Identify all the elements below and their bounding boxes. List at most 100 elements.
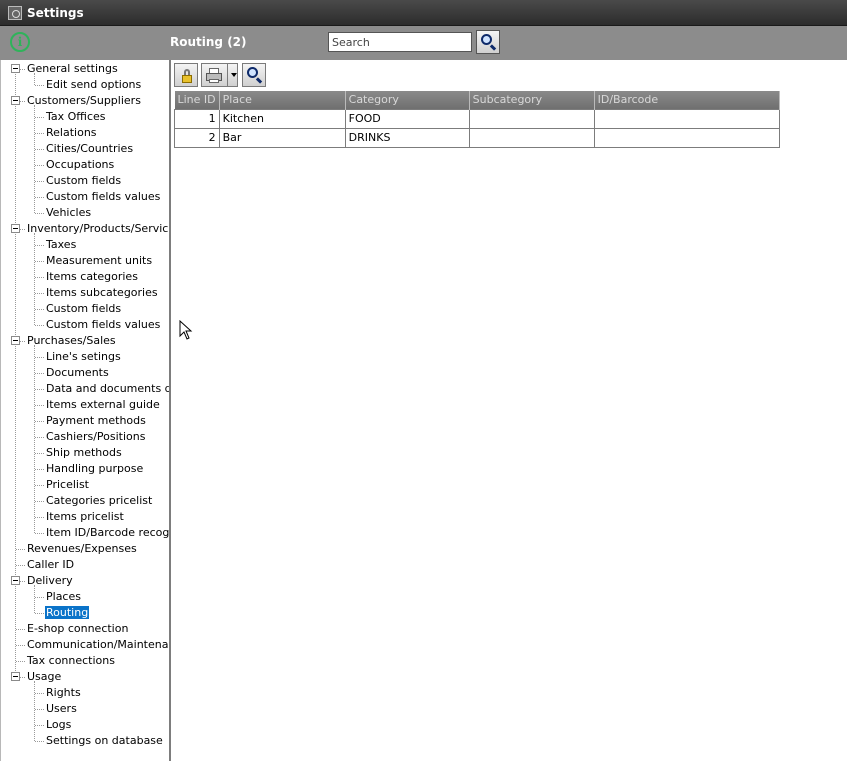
- tree-item[interactable]: Settings on database: [45, 733, 164, 749]
- tree-item-label: Inventory/Products/Services: [27, 222, 171, 235]
- collapse-toggle-icon[interactable]: [11, 576, 20, 585]
- tree-item[interactable]: Communication/Maintenance: [26, 637, 169, 653]
- print-button[interactable]: [201, 63, 228, 87]
- tree-item[interactable]: Caller ID: [26, 557, 75, 573]
- collapse-toggle-icon[interactable]: [11, 96, 20, 105]
- tree-item-label: Tax connections: [27, 654, 115, 667]
- chevron-down-icon: [231, 73, 237, 77]
- tree-item[interactable]: Revenues/Expenses: [26, 541, 138, 557]
- tree-item[interactable]: Relations: [45, 125, 98, 141]
- tree-item-label: Measurement units: [46, 254, 153, 267]
- tree-item-label: Caller ID: [27, 558, 75, 571]
- tree-item[interactable]: Tax connections: [26, 653, 116, 669]
- column-header[interactable]: Line ID: [174, 91, 220, 109]
- printer-icon-output: [209, 79, 219, 83]
- table-cell[interactable]: [593, 108, 780, 129]
- tree-item-label: Documents: [46, 366, 109, 379]
- tree-connector: [35, 149, 44, 150]
- table-row[interactable]: 1 Kitchen FOOD: [174, 108, 780, 129]
- tree-item-label: Items subcategories: [46, 286, 158, 299]
- lock-button[interactable]: [174, 63, 198, 87]
- tree-item[interactable]: Handling purpose: [45, 461, 144, 477]
- tree-item[interactable]: Items subcategories: [45, 285, 159, 301]
- table-cell[interactable]: Bar: [218, 127, 346, 148]
- table-cell[interactable]: DRINKS: [344, 127, 470, 148]
- tree-item[interactable]: Users: [45, 701, 78, 717]
- tree-item[interactable]: Payment methods: [45, 413, 147, 429]
- settings-tree[interactable]: General settings Edit send options Custome…: [0, 60, 171, 761]
- table-cell[interactable]: FOOD: [344, 108, 470, 129]
- table-cell[interactable]: 2: [174, 127, 220, 148]
- print-dropdown-button[interactable]: [227, 63, 238, 87]
- tree-item[interactable]: Item ID/Barcode recognize: [45, 525, 169, 541]
- tree-item[interactable]: Items external guide: [45, 397, 161, 413]
- tree-item[interactable]: Cities/Countries: [45, 141, 134, 157]
- tree-item[interactable]: Data and documents desi: [45, 381, 169, 397]
- find-button[interactable]: [242, 63, 266, 87]
- column-header[interactable]: Category: [345, 91, 470, 109]
- tree-item[interactable]: Vehicles: [45, 205, 92, 221]
- search-icon-handle: [255, 77, 263, 84]
- tree-item[interactable]: Taxes: [45, 237, 77, 253]
- tree-connector: [35, 741, 44, 742]
- collapse-toggle-icon[interactable]: [11, 336, 20, 345]
- tree-item[interactable]: Usage: [26, 669, 62, 685]
- table-cell[interactable]: Kitchen: [218, 108, 346, 129]
- collapse-toggle-icon[interactable]: [11, 672, 20, 681]
- tree-item[interactable]: Measurement units: [45, 253, 153, 269]
- tree-item[interactable]: Custom fields: [45, 173, 122, 189]
- tree-item[interactable]: Customers/Suppliers: [26, 93, 142, 109]
- tree-connector: [35, 197, 44, 198]
- search-input[interactable]: [328, 32, 472, 52]
- tree-item[interactable]: Routing: [45, 605, 90, 621]
- table-cell[interactable]: [468, 127, 595, 148]
- info-icon[interactable]: i: [10, 32, 30, 52]
- tree-item-label: Customers/Suppliers: [27, 94, 141, 107]
- tree-item[interactable]: Logs: [45, 717, 72, 733]
- tree-item-label: Custom fields: [46, 174, 122, 187]
- table-cell[interactable]: [593, 127, 780, 148]
- tree-item[interactable]: Custom fields values: [45, 189, 161, 205]
- tree-item[interactable]: E-shop connection: [26, 621, 129, 637]
- grid-header-row: Line ID Place Category Subcategory ID/Barcod…: [174, 91, 780, 109]
- tree-item-label: General settings: [27, 62, 118, 75]
- header-bar: i Routing (2): [0, 26, 847, 60]
- tree-item[interactable]: Items categories: [45, 269, 139, 285]
- tree-connector: [35, 613, 44, 614]
- tree-connector: [35, 485, 44, 486]
- collapse-toggle-icon[interactable]: [11, 224, 20, 233]
- tree-connector: [35, 325, 44, 326]
- tree-item[interactable]: Tax Offices: [45, 109, 107, 125]
- tree-item[interactable]: Occupations: [45, 157, 115, 173]
- table-cell[interactable]: [468, 108, 595, 129]
- tree-connector: [35, 421, 44, 422]
- table-cell[interactable]: 1: [174, 108, 220, 129]
- tree-item[interactable]: Ship methods: [45, 445, 123, 461]
- tree-item[interactable]: Places: [45, 589, 82, 605]
- tree-item[interactable]: Line's setings: [45, 349, 122, 365]
- tree-item[interactable]: General settings: [26, 61, 119, 77]
- tree-connector: [35, 453, 44, 454]
- column-header[interactable]: Place: [219, 91, 346, 109]
- tree-item-label: Routing: [45, 606, 90, 619]
- tree-item[interactable]: Items pricelist: [45, 509, 125, 525]
- tree-item[interactable]: Categories pricelist: [45, 493, 153, 509]
- routing-grid[interactable]: Line ID Place Category Subcategory ID/Barcod…: [174, 91, 780, 148]
- column-header[interactable]: Subcategory: [469, 91, 595, 109]
- tree-item[interactable]: Delivery: [26, 573, 74, 589]
- tree-item[interactable]: Cashiers/Positions: [45, 429, 146, 445]
- tree-item[interactable]: Edit send options: [45, 77, 142, 93]
- tree-item[interactable]: Custom fields values: [45, 317, 161, 333]
- tree-connector: [35, 709, 44, 710]
- tree-item[interactable]: Pricelist: [45, 477, 90, 493]
- tree-item[interactable]: Custom fields: [45, 301, 122, 317]
- table-row[interactable]: 2 Bar DRINKS: [174, 127, 780, 148]
- collapse-toggle-icon[interactable]: [11, 64, 20, 73]
- tree-item-label: Rights: [46, 686, 81, 699]
- tree-item[interactable]: Purchases/Sales: [26, 333, 117, 349]
- tree-item[interactable]: Inventory/Products/Services: [26, 221, 171, 237]
- tree-item[interactable]: Documents: [45, 365, 110, 381]
- search-button[interactable]: [476, 30, 500, 54]
- column-header[interactable]: ID/Barcode: [594, 91, 780, 109]
- tree-item[interactable]: Rights: [45, 685, 82, 701]
